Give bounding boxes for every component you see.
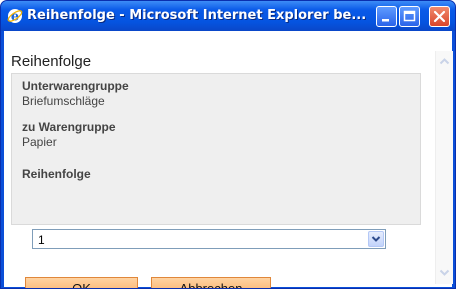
order-select-dropdown-button[interactable] bbox=[368, 231, 384, 247]
internet-explorer-icon: e bbox=[7, 9, 23, 24]
order-select[interactable]: 1 bbox=[32, 229, 386, 249]
close-icon bbox=[433, 10, 446, 23]
cancel-button[interactable]: Abbrechen bbox=[151, 277, 271, 288]
maximize-button[interactable] bbox=[399, 6, 420, 27]
ok-button[interactable]: OK bbox=[25, 277, 138, 288]
subgroup-value: Briefumschläge bbox=[22, 94, 105, 108]
scroll-up-arrow-icon[interactable] bbox=[437, 54, 452, 69]
subgroup-label: Unterwarengruppe bbox=[22, 79, 129, 93]
group-value: Papier bbox=[22, 135, 57, 149]
page-content: Reihenfolge Unterwarengruppe Briefumschl… bbox=[4, 31, 452, 288]
order-label: Reihenfolge bbox=[22, 167, 91, 181]
maximize-icon bbox=[403, 10, 416, 22]
window-title: Reihenfolge - Microsoft Internet Explore… bbox=[27, 8, 367, 23]
order-select-value: 1 bbox=[38, 233, 45, 247]
minimize-icon bbox=[382, 19, 389, 22]
close-button[interactable] bbox=[429, 6, 450, 27]
title-bar[interactable]: e Reihenfolge - Microsoft Internet Explo… bbox=[1, 1, 455, 31]
minimize-button[interactable] bbox=[376, 6, 397, 27]
chevron-down-icon bbox=[371, 236, 381, 242]
page-title: Reihenfolge bbox=[11, 53, 92, 70]
group-label: zu Warengruppe bbox=[22, 120, 116, 134]
form-panel: Unterwarengruppe Briefumschläge zu Waren… bbox=[11, 73, 421, 225]
scroll-down-arrow-icon[interactable] bbox=[437, 265, 452, 280]
vertical-scrollbar[interactable] bbox=[435, 51, 453, 284]
browser-popup-window: e Reihenfolge - Microsoft Internet Explo… bbox=[0, 0, 456, 289]
